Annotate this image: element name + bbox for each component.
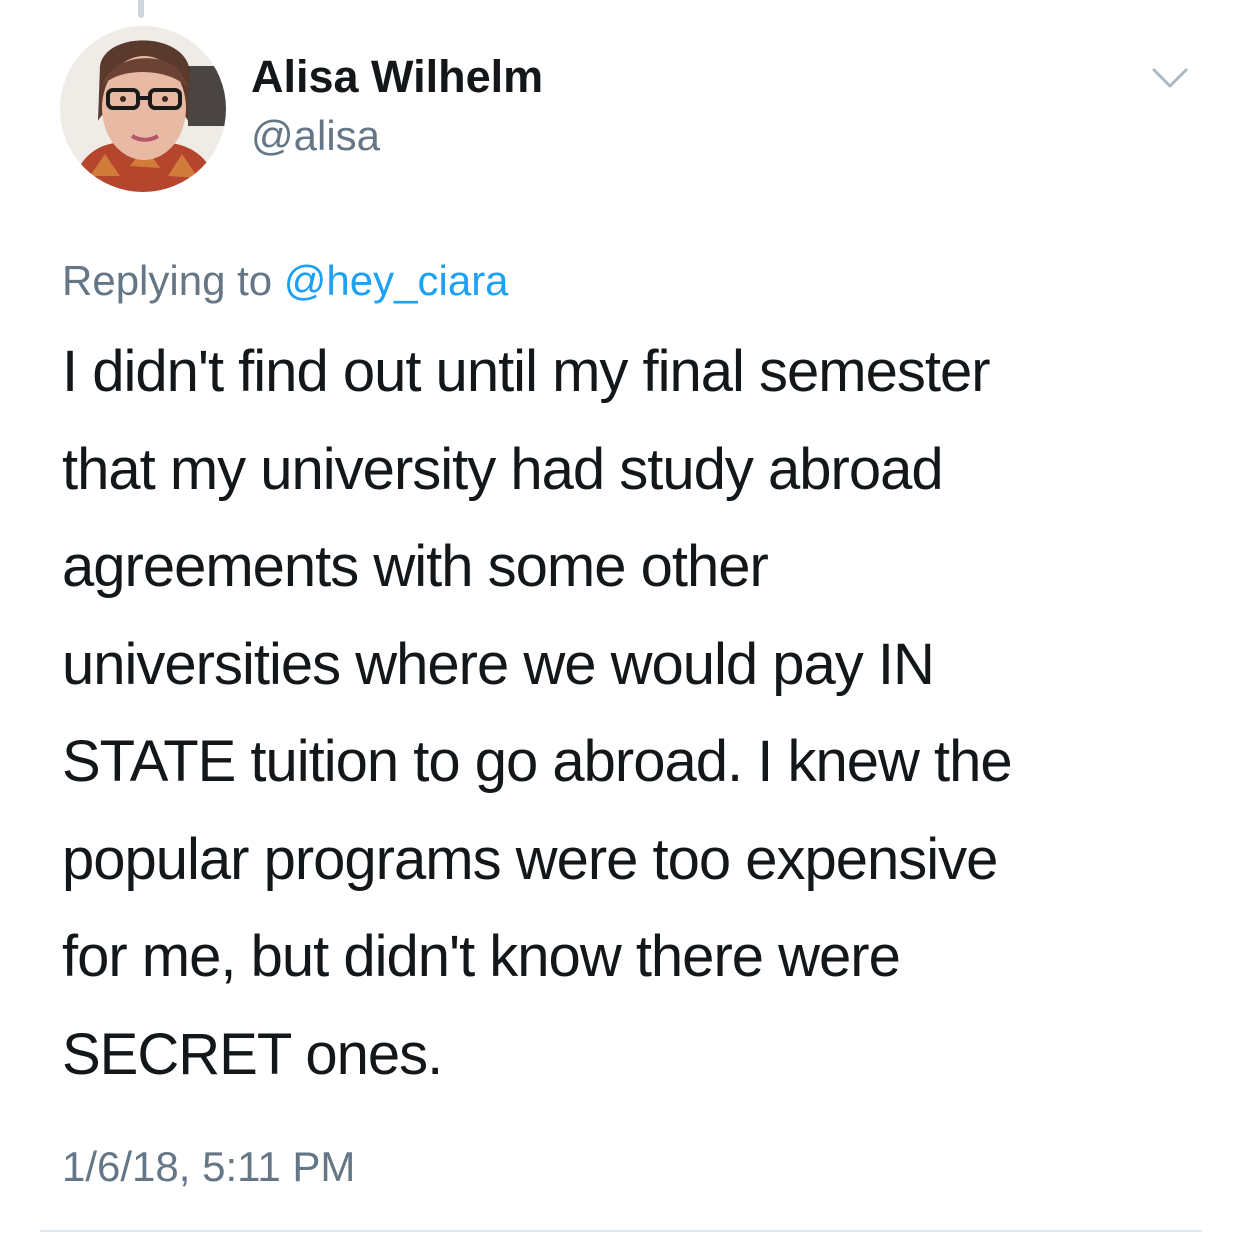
replying-to-line: Replying to @hey_ciara xyxy=(62,254,509,308)
author-display-name[interactable]: Alisa Wilhelm xyxy=(251,50,543,104)
tweet-text-line: universities where we would pay IN xyxy=(62,631,935,697)
divider xyxy=(40,1230,1202,1232)
tweet-text-line: SECRET ones. xyxy=(62,1021,443,1087)
tweet-text-line: for me, but didn't know there were xyxy=(62,924,901,989)
tweet-menu-button[interactable] xyxy=(1146,58,1194,96)
tweet-body: I didn't find out until my final semeste… xyxy=(62,323,1182,1103)
tweet-text-line: I didn't find out until my final semeste… xyxy=(62,339,991,404)
tweet-timestamp[interactable]: 1/6/18, 5:11 PM xyxy=(62,1140,355,1194)
tweet-text-line: that my university had study abroad xyxy=(62,436,944,502)
tweet-text-line: STATE tuition to go abroad. I knew the xyxy=(62,729,1013,794)
avatar[interactable] xyxy=(60,26,226,192)
chevron-down-icon xyxy=(1152,68,1188,88)
tweet-text-line: agreements with some other xyxy=(62,534,769,599)
reply-mention-link[interactable]: @hey_ciara xyxy=(284,257,509,304)
tweet-text-line: popular programs were too expensive xyxy=(62,826,998,892)
author-handle[interactable]: @alisa xyxy=(251,110,380,162)
replying-to-label: Replying to xyxy=(62,257,284,304)
thread-connector-line xyxy=(138,0,144,18)
profile-photo-icon xyxy=(60,26,226,192)
